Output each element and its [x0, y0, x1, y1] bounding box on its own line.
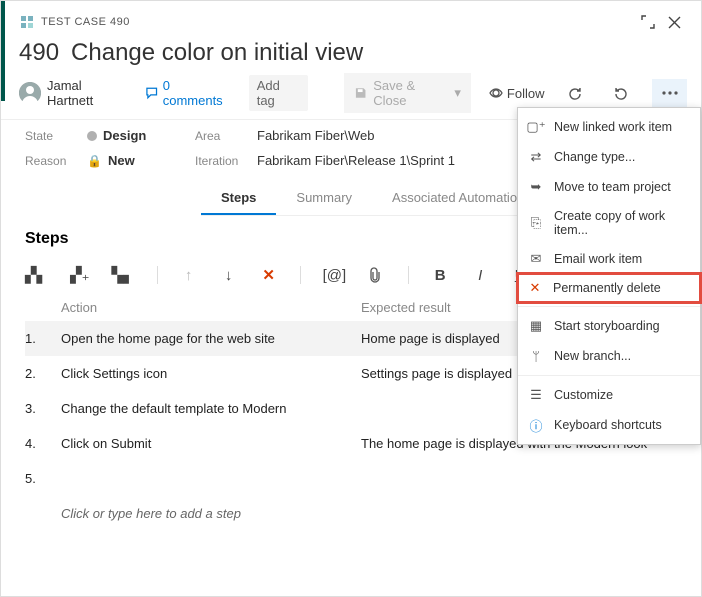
- area-value[interactable]: Fabrikam Fiber\Web: [257, 128, 375, 143]
- maximize-button[interactable]: [635, 9, 661, 35]
- actions-context-menu: ▢⁺ New linked work item ⇄ Change type...…: [517, 107, 701, 445]
- state-value[interactable]: Design: [87, 128, 146, 143]
- insert-param-step-icon[interactable]: ▚▖: [112, 266, 135, 284]
- delete-step-icon[interactable]: ✕: [260, 266, 278, 284]
- avatar: [19, 82, 41, 104]
- tab-steps[interactable]: Steps: [201, 182, 276, 215]
- attach-icon[interactable]: [368, 267, 386, 283]
- move-up-icon[interactable]: ↑: [180, 267, 198, 284]
- menu-storyboard[interactable]: ▦ Start storyboarding: [518, 311, 700, 341]
- delete-icon: ✕: [527, 280, 543, 296]
- reason-value[interactable]: 🔒New: [87, 153, 135, 168]
- menu-separator: [518, 306, 700, 307]
- state-dot-icon: [87, 131, 97, 141]
- author-name: Jamal Hartnett: [47, 78, 127, 108]
- menu-new-linked[interactable]: ▢⁺ New linked work item: [518, 112, 700, 142]
- tab-summary[interactable]: Summary: [276, 182, 372, 215]
- accent-bar: [1, 1, 5, 101]
- menu-change-type[interactable]: ⇄ Change type...: [518, 142, 700, 172]
- lock-icon: 🔒: [87, 154, 102, 168]
- iteration-label: Iteration: [195, 154, 257, 168]
- test-case-icon: [19, 14, 35, 30]
- new-linked-icon: ▢⁺: [528, 119, 544, 135]
- menu-move[interactable]: ➥ Move to team project: [518, 172, 700, 202]
- follow-button[interactable]: Follow: [489, 86, 545, 101]
- move-icon: ➥: [528, 179, 544, 195]
- step-row[interactable]: 5.: [25, 461, 683, 496]
- storyboard-icon: ▦: [528, 318, 544, 334]
- change-type-icon: ⇄: [528, 149, 544, 165]
- col-action-header: Action: [61, 300, 361, 315]
- branch-icon: ᛘ: [528, 348, 544, 364]
- italic-icon[interactable]: I: [471, 267, 489, 284]
- customize-icon: ☰: [528, 387, 544, 403]
- menu-customize[interactable]: ☰ Customize: [518, 380, 700, 410]
- comments-count: 0 comments: [163, 78, 231, 108]
- menu-copy[interactable]: ⎘ Create copy of work item...: [518, 202, 700, 244]
- info-icon: ⓘ: [528, 417, 544, 433]
- menu-branch[interactable]: ᛘ New branch...: [518, 341, 700, 371]
- reason-label: Reason: [25, 154, 87, 168]
- area-label: Area: [195, 129, 257, 143]
- close-button[interactable]: [661, 9, 687, 35]
- copy-icon: ⎘: [528, 215, 544, 231]
- menu-shortcuts[interactable]: ⓘ Keyboard shortcuts: [518, 410, 700, 440]
- work-item-id: 490: [19, 39, 59, 67]
- assigned-to[interactable]: Jamal Hartnett: [19, 78, 127, 108]
- menu-separator: [518, 375, 700, 376]
- email-icon: ✉: [528, 251, 544, 267]
- add-tag-button[interactable]: Add tag: [249, 75, 308, 111]
- state-label: State: [25, 129, 87, 143]
- move-down-icon[interactable]: ↓: [220, 267, 238, 284]
- insert-shared-step-icon[interactable]: ▞₊: [70, 266, 89, 284]
- save-close-button: Save & Close ▾: [344, 73, 471, 113]
- comments-link[interactable]: 0 comments: [145, 78, 230, 108]
- chevron-down-icon: ▾: [454, 85, 461, 101]
- new-step-placeholder[interactable]: Click or type here to add a step: [25, 496, 683, 531]
- insert-step-icon[interactable]: ▞▖: [25, 266, 48, 284]
- menu-delete[interactable]: ✕ Permanently delete: [516, 272, 702, 304]
- bold-icon[interactable]: B: [431, 267, 449, 284]
- refresh-button[interactable]: [563, 79, 590, 107]
- more-actions-button[interactable]: [652, 79, 687, 107]
- menu-email[interactable]: ✉ Email work item: [518, 244, 700, 274]
- work-item-title[interactable]: Change color on initial view: [71, 39, 363, 67]
- mention-icon[interactable]: [@]: [323, 267, 347, 284]
- revert-button[interactable]: [607, 79, 634, 107]
- work-item-type-label: TEST CASE 490: [41, 16, 130, 28]
- iteration-value[interactable]: Fabrikam Fiber\Release 1\Sprint 1: [257, 153, 455, 168]
